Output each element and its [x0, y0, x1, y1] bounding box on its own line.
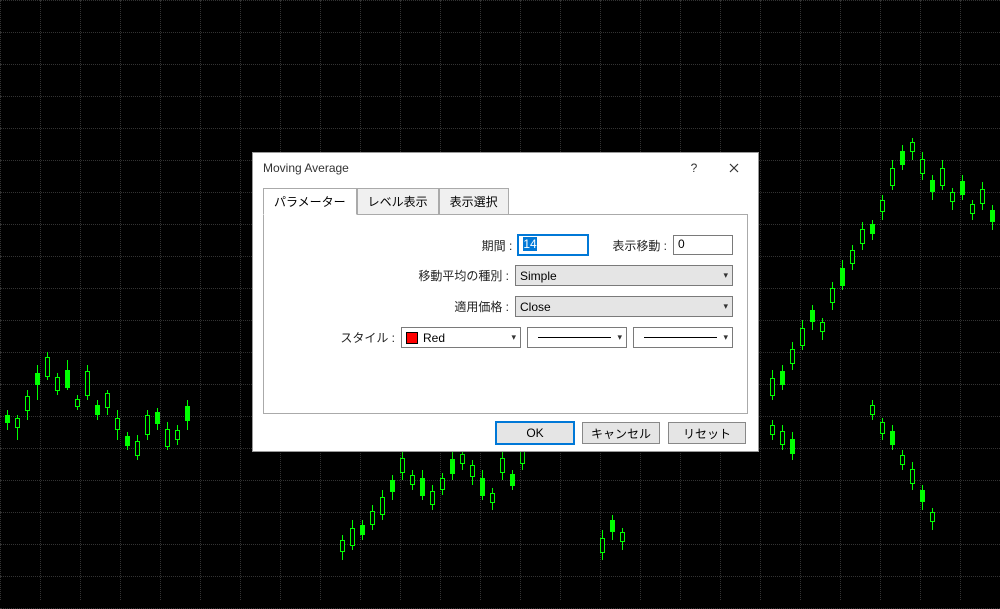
dialog-buttons: OK キャンセル リセット [253, 422, 758, 454]
tab-levels[interactable]: レベル表示 [357, 188, 439, 215]
period-label: 期間 : [482, 237, 513, 254]
titlebar[interactable]: Moving Average ? [253, 153, 758, 183]
chevron-down-icon: ▾ [723, 270, 728, 281]
style-label: スタイル : [340, 329, 395, 346]
close-icon [729, 163, 739, 173]
dialog-title: Moving Average [263, 161, 674, 175]
line-width-select[interactable]: ▾ [633, 327, 733, 348]
tab-display[interactable]: 表示選択 [439, 188, 509, 215]
help-button[interactable]: ? [674, 154, 714, 182]
ok-button[interactable]: OK [496, 422, 574, 444]
moving-average-dialog: Moving Average ? パラメーター レベル表示 表示選択 期間 : … [252, 152, 759, 452]
close-button[interactable] [714, 154, 754, 182]
method-label: 移動平均の種別 : [418, 267, 509, 284]
chevron-down-icon: ▾ [723, 301, 728, 312]
chevron-down-icon: ▾ [723, 332, 728, 343]
parameters-panel: 期間 : 14 表示移動 : 0 移動平均の種別 : Simple ▾ 適用価格… [263, 214, 748, 414]
apply-label: 適用価格 : [454, 298, 509, 315]
color-swatch [406, 332, 418, 344]
chevron-down-icon: ▾ [617, 332, 622, 343]
line-style-select[interactable]: ▾ [527, 327, 627, 348]
reset-button[interactable]: リセット [668, 422, 746, 444]
chevron-down-icon: ▾ [511, 332, 516, 343]
color-select[interactable]: Red ▾ [401, 327, 521, 348]
method-select[interactable]: Simple ▾ [515, 265, 733, 286]
line-preview [644, 337, 717, 338]
apply-select[interactable]: Close ▾ [515, 296, 733, 317]
tabs: パラメーター レベル表示 表示選択 [253, 183, 758, 214]
line-preview [538, 337, 611, 338]
shift-input[interactable]: 0 [673, 235, 733, 255]
period-input[interactable]: 14 [518, 235, 588, 255]
cancel-button[interactable]: キャンセル [582, 422, 660, 444]
shift-label: 表示移動 : [612, 237, 667, 254]
tab-parameters[interactable]: パラメーター [263, 188, 357, 215]
